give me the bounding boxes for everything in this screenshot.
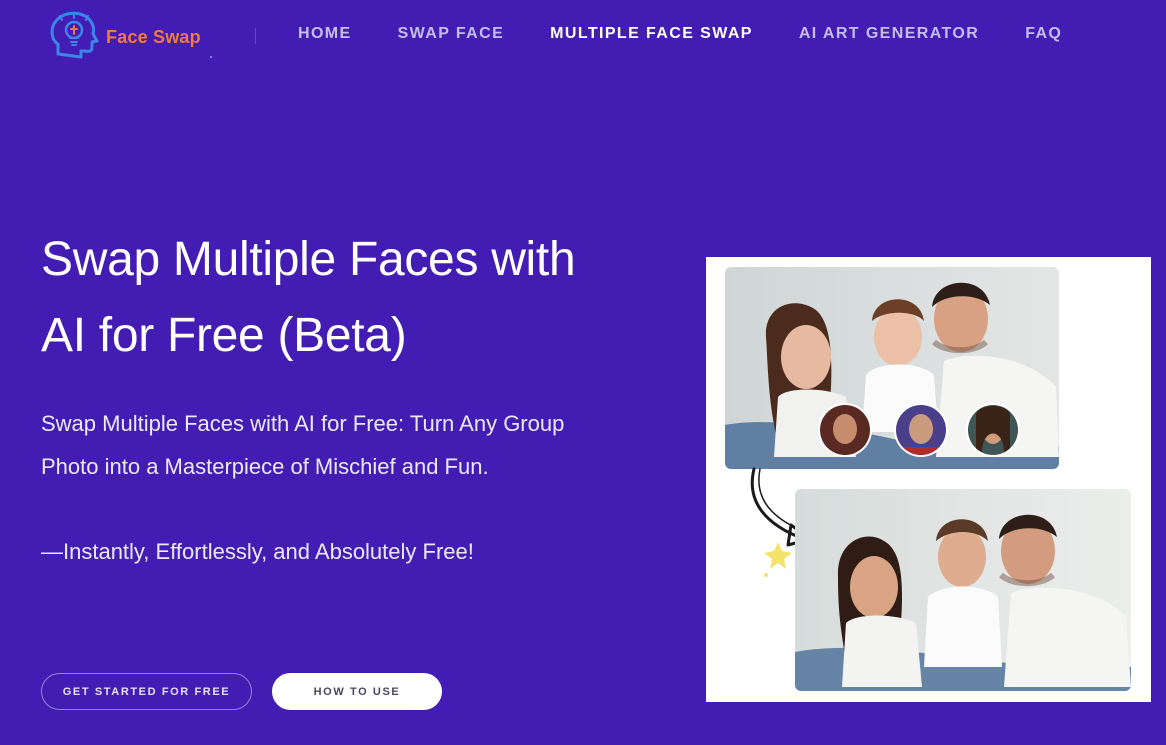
decorative-dot xyxy=(210,56,212,58)
nav-item-swap-face[interactable]: SWAP FACE xyxy=(398,25,505,43)
hero-subtitle-line-1: Swap Multiple Faces with AI for Free: Tu… xyxy=(41,411,565,436)
hero-subtitle: Swap Multiple Faces with AI for Free: Tu… xyxy=(41,402,601,488)
get-started-button[interactable]: GET STARTED FOR FREE xyxy=(41,673,252,710)
hero-title-line-1: Swap Multiple Faces with xyxy=(41,233,576,286)
nav-menu: HOME SWAP FACE MULTIPLE FACE SWAP AI ART… xyxy=(298,25,1062,43)
logo-text: Face Swap xyxy=(106,26,201,47)
nav-item-home[interactable]: HOME xyxy=(298,25,352,43)
hero-tagline: —Instantly, Effortlessly, and Absolutely… xyxy=(41,539,474,564)
nav-item-ai-art-generator[interactable]: AI ART GENERATOR xyxy=(799,25,979,43)
face-swap-illustration xyxy=(706,257,1151,702)
hero-title: Swap Multiple Faces with AI for Free (Be… xyxy=(41,222,661,374)
logo-link[interactable]: Face Swap xyxy=(48,10,201,60)
lightbulb-head-icon xyxy=(50,11,99,59)
nav-item-faq[interactable]: FAQ xyxy=(1025,25,1062,43)
nav-item-multiple-face-swap[interactable]: MULTIPLE FACE SWAP xyxy=(550,25,753,43)
hero-subtitle-line-2: Photo into a Masterpiece of Mischief and… xyxy=(41,454,489,479)
nav-divider xyxy=(255,28,256,44)
how-to-use-button[interactable]: HOW TO USE xyxy=(272,673,442,710)
top-navigation: Face Swap HOME SWAP FACE MULTIPLE FACE S… xyxy=(0,0,1166,72)
hero-title-line-2: AI for Free (Beta) xyxy=(41,309,407,362)
group-photo-swapped xyxy=(795,489,1131,691)
page: Face Swap HOME SWAP FACE MULTIPLE FACE S… xyxy=(0,0,1166,745)
illustration-canvas xyxy=(725,267,1131,691)
